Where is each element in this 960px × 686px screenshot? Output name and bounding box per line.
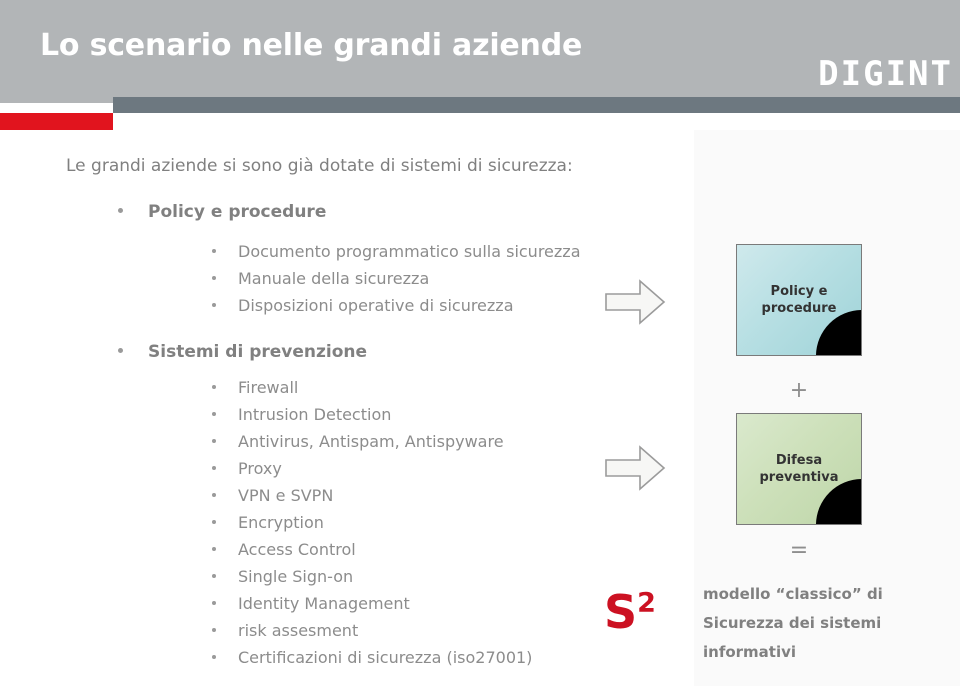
list-item-label: Antivirus, Antispam, Antispyware <box>238 432 504 451</box>
header-red-bar <box>0 113 113 130</box>
conclusion-line-3: informativi <box>703 643 797 661</box>
list-item: Firewall <box>212 378 298 397</box>
list-item-label: Encryption <box>238 513 324 532</box>
list-item-label: Certificazioni di sicurezza (iso27001) <box>238 648 533 667</box>
operator-plus: + <box>789 378 809 403</box>
operator-equal: = <box>789 538 809 563</box>
page-title: Lo scenario nelle grandi aziende <box>40 28 583 63</box>
bullet-dot-icon <box>212 493 216 497</box>
list-item: Access Control <box>212 540 356 559</box>
diagram-box-label: Policy e procedure <box>762 283 837 317</box>
slide-canvas: Lo scenario nelle grandi aziende DIGINT … <box>0 0 960 686</box>
list-item-label: Documento programmatico sulla sicurezza <box>238 242 581 261</box>
list-item-label: VPN e SVPN <box>238 486 334 505</box>
list-item: risk assesment <box>212 621 358 640</box>
s2-exponent: 2 <box>637 587 656 619</box>
list-item: Single Sign-on <box>212 567 353 586</box>
box-label-line2: preventiva <box>759 470 839 485</box>
list-item: Identity Management <box>212 594 410 613</box>
bullet-dot-icon <box>212 466 216 470</box>
bullet-label: Sistemi di prevenzione <box>148 342 368 362</box>
conclusion-line-1: modello “classico” di <box>703 585 883 603</box>
list-item: Manuale della sicurezza <box>212 269 429 288</box>
diagram-box-label: Difesa preventiva <box>760 452 839 486</box>
bullet-sistemi-di-prevenzione: Sistemi di prevenzione <box>118 342 367 362</box>
bullet-dot-icon <box>212 303 216 307</box>
box-label-line1: Policy e <box>770 284 828 299</box>
list-item-label: Intrusion Detection <box>238 405 392 424</box>
bullet-dot-icon <box>212 601 216 605</box>
list-item-label: Single Sign-on <box>238 567 354 586</box>
bullet-dot-icon <box>212 385 216 389</box>
box-label-line1: Difesa <box>775 453 823 468</box>
s2-logo: S2 <box>604 589 656 635</box>
diagram-box-difesa: Difesa preventiva <box>736 413 862 525</box>
bullet-label: Policy e procedure <box>148 202 327 222</box>
arrow-right-icon-1 <box>604 278 666 330</box>
box-label-line2: procedure <box>761 301 837 316</box>
bullet-dot-icon <box>212 547 216 551</box>
diagram-box-policy: Policy e procedure <box>736 244 862 356</box>
bullet-dot-icon <box>212 574 216 578</box>
list-item-label: Access Control <box>238 540 356 559</box>
list-item: VPN e SVPN <box>212 486 333 505</box>
list-item-label: Proxy <box>238 459 282 478</box>
bullet-dot-icon <box>212 439 216 443</box>
s2-base: S <box>604 585 638 639</box>
bullet-dot-icon <box>212 655 216 659</box>
bullet-dot-icon <box>212 412 216 416</box>
bullet-dot-icon <box>212 249 216 253</box>
list-item: Proxy <box>212 459 282 478</box>
bullet-dot-icon <box>118 348 123 353</box>
header-accent-bar <box>113 97 960 113</box>
list-item: Encryption <box>212 513 324 532</box>
arrow-right-icon-2 <box>604 444 666 496</box>
list-item-label: Identity Management <box>238 594 410 613</box>
bullet-policy-e-procedure: Policy e procedure <box>118 202 326 222</box>
bullet-dot-icon <box>118 208 123 213</box>
list-item: Disposizioni operative di sicurezza <box>212 296 514 315</box>
list-item: Certificazioni di sicurezza (iso27001) <box>212 648 532 667</box>
list-item: Antivirus, Antispam, Antispyware <box>212 432 504 451</box>
list-item-label: Disposizioni operative di sicurezza <box>238 296 514 315</box>
list-item-label: Manuale della sicurezza <box>238 269 430 288</box>
digint-logo: DIGINT <box>818 54 953 94</box>
bullet-dot-icon <box>212 520 216 524</box>
bullet-dot-icon <box>212 628 216 632</box>
list-item-label: risk assesment <box>238 621 359 640</box>
list-item-label: Firewall <box>238 378 299 397</box>
intro-text: Le grandi aziende si sono già dotate di … <box>66 156 573 176</box>
list-item: Documento programmatico sulla sicurezza <box>212 242 581 261</box>
conclusion-line-2: Sicurezza dei sistemi <box>703 614 882 632</box>
list-item: Intrusion Detection <box>212 405 391 424</box>
conclusion-text: modello “classico” di Sicurezza dei sist… <box>703 580 953 667</box>
bullet-dot-icon <box>212 276 216 280</box>
